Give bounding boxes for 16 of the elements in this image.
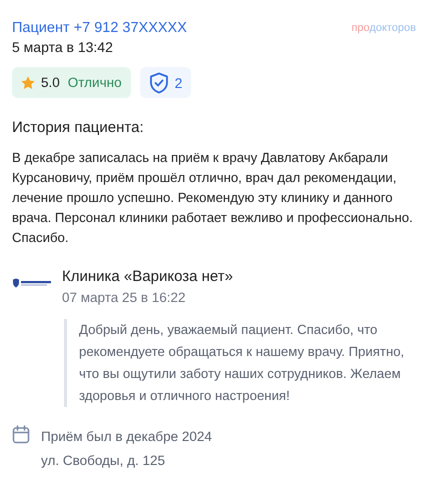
star-icon <box>20 74 36 90</box>
clinic-name: Клиника «Варикоза нет» <box>62 268 234 286</box>
visit-date: Приём был в декабре 2024 <box>41 428 212 446</box>
verified-badge: 2 <box>140 67 192 98</box>
patient-name[interactable]: Пациент +7 912 37XXXXX <box>12 20 187 36</box>
clinic-address: ул. Свободы, д. 125 <box>41 452 166 470</box>
review-date: 5 марта в 13:42 <box>12 39 114 55</box>
clinic-logo-icon <box>12 278 52 288</box>
rating-badge: 5.0 Отлично <box>12 67 131 98</box>
reply-text: Добрый день, уважаемый пациент. Спасибо, что рекомендуете обращаться к нашему врачу. Приятно, что вы ощутили заботу наших сотрудников. Желаем здоровья и отличного настроения! <box>64 319 418 407</box>
review-text: В декабре записалась на приём к врачу Давлатову Акбарали Курсановичу, приём прошёл отлично, врач дал рекомендации, лечение прошло успешно. Рекомендую эту клинику и данного врача. Персонал клиники работает вежливо и профессионально. Спасибо. <box>12 149 414 247</box>
brand-logo: продокторов <box>351 22 416 34</box>
reply-date: 07 марта 25 в 16:22 <box>62 290 187 305</box>
shield-check-icon <box>148 72 169 94</box>
calendar-icon <box>12 425 30 444</box>
history-heading: История пациента: <box>12 119 145 136</box>
